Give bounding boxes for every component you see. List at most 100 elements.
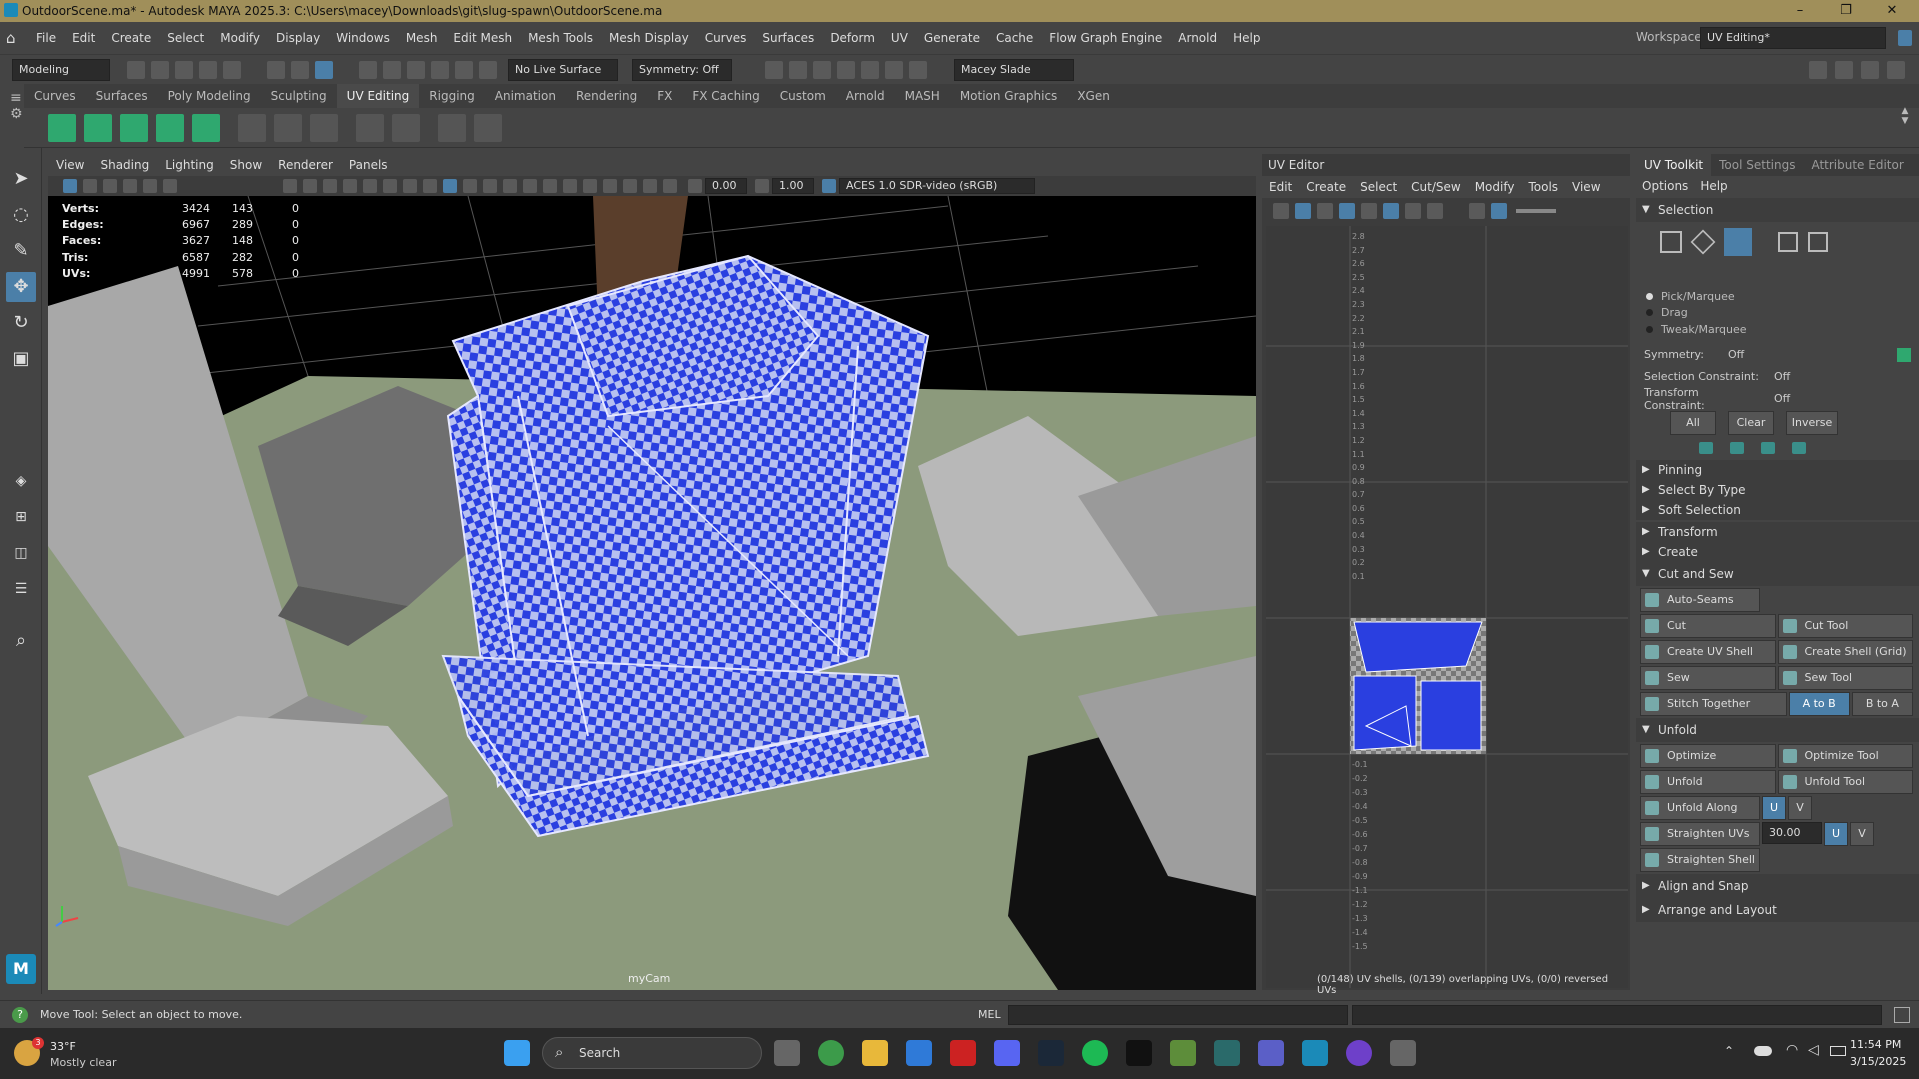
move-tool-icon[interactable]: ✥ [6,272,36,302]
shelf-tab-animation[interactable]: Animation [485,84,566,108]
layout-two-icon[interactable]: ◫ [6,538,36,568]
auto-seams-button[interactable]: Auto-Seams [1640,587,1760,612]
menu-edit-mesh[interactable]: Edit Mesh [445,22,520,54]
menu-flow-graph-engine[interactable]: Flow Graph Engine [1041,22,1170,54]
uv-grid-icon[interactable] [1339,203,1355,219]
taskbar-search[interactable]: ⌕ Search [542,1037,762,1069]
cut-uv-icon[interactable] [238,113,266,142]
mel-command-input[interactable] [1008,1005,1348,1025]
snap-view-icon[interactable] [431,60,449,79]
unfold-along-button[interactable]: Unfold Along [1640,795,1760,820]
tool-settings-icon[interactable] [1887,61,1905,79]
layout-four-icon[interactable]: ⊞ [6,502,36,532]
uv-menu-modify[interactable]: Modify [1468,180,1522,194]
home-icon[interactable]: ⌂ [6,29,28,47]
select-clear-button[interactable]: Clear [1728,410,1774,435]
shelf-tab-surfaces[interactable]: Surfaces [86,84,158,108]
cut-button[interactable]: Cut [1640,613,1776,638]
toolkit-tab-attribute-editor[interactable]: Attribute Editor [1803,154,1911,176]
isolate-icon[interactable] [623,179,637,193]
file-explorer-icon[interactable] [862,1040,888,1066]
redo-icon[interactable] [223,60,241,79]
github-icon[interactable] [1346,1040,1372,1066]
discord-icon[interactable] [994,1040,1020,1066]
menu-file[interactable]: File [28,22,64,54]
shelf-tab-fx[interactable]: FX [647,84,682,108]
b-to-a-button[interactable]: B to A [1851,691,1913,716]
face-mode-icon[interactable] [1724,228,1752,256]
amd-icon[interactable] [950,1040,976,1066]
uv-shaded-icon[interactable] [1405,203,1421,219]
windows-start-icon[interactable] [504,1040,530,1066]
2d-pan-icon[interactable] [143,179,157,193]
grease-pencil-icon[interactable] [163,179,177,193]
viewport-panel[interactable]: View Shading Lighting Show Renderer Panels 0.… [48,154,1256,990]
safe-action-icon[interactable] [383,179,397,193]
symmetry-dropdown[interactable]: Symmetry: Off [632,58,732,81]
a-to-b-button[interactable]: A to B [1788,691,1850,716]
spotify-icon[interactable] [1082,1040,1108,1066]
shelf-tab-rigging[interactable]: Rigging [419,84,484,108]
tray-chevron-icon[interactable]: ⌃ [1724,1044,1734,1058]
film-gate-icon[interactable] [303,179,317,193]
select-inverse-button[interactable]: Inverse [1786,410,1838,435]
uv-mode-icon[interactable] [1778,232,1798,252]
sew-button[interactable]: Sew [1640,665,1776,690]
close-button[interactable]: ✕ [1869,0,1915,22]
uv-exposure-icon[interactable] [1491,203,1507,219]
viewport-menu-panels[interactable]: Panels [341,154,396,176]
ipr-icon[interactable] [813,60,831,79]
straighten-v-button[interactable]: V [1850,821,1874,846]
user-account-dropdown[interactable]: Macey Slade [954,58,1074,81]
select-tool-icon[interactable]: ➤ [6,164,36,194]
camera-attr-icon[interactable] [83,179,97,193]
antialias-icon[interactable] [583,179,597,193]
menu-generate[interactable]: Generate [916,22,988,54]
uv-menu-select[interactable]: Select [1353,180,1404,194]
minimize-button[interactable]: – [1777,0,1823,22]
wifi-icon[interactable]: ◠ [1786,1042,1798,1058]
vertex-mode-icon[interactable] [1660,231,1682,253]
viewport-menu-view[interactable]: View [48,154,92,176]
steam-icon[interactable] [1038,1040,1064,1066]
store-icon[interactable] [906,1040,932,1066]
snap-grid-icon[interactable] [359,60,377,79]
menu-deform[interactable]: Deform [822,22,883,54]
uv-snapshot-icon[interactable] [1427,203,1443,219]
gate-mask-icon[interactable] [343,179,357,193]
optimize-tool-button[interactable]: Optimize Tool [1777,743,1913,768]
ao-icon[interactable] [543,179,557,193]
toolkit-tab-tool-settings[interactable]: Tool Settings [1711,154,1803,176]
save-scene-icon[interactable] [175,60,193,79]
workspace-dropdown[interactable]: UV Editing* [1700,27,1886,49]
snap-live-icon[interactable] [479,60,497,79]
clock-time[interactable]: 11:54 PM [1850,1038,1901,1051]
rotate-tool-icon[interactable]: ↻ [6,308,36,338]
hypershade-icon[interactable] [861,60,879,79]
unfold-icon[interactable] [356,113,384,142]
cut-tool-button[interactable]: Cut Tool [1777,613,1913,638]
live-surface-field[interactable]: No Live Surface [508,58,618,81]
xray-joints-icon[interactable] [663,179,677,193]
uv-select-icon[interactable] [1295,203,1311,219]
spherical-map-icon[interactable] [120,113,148,142]
select-all-button[interactable]: All [1670,410,1716,435]
render-settings-icon[interactable] [837,60,855,79]
select-shell-border-icon[interactable] [1792,441,1806,454]
uv-shell-mode-icon[interactable] [1808,232,1828,252]
transform-constraint-value[interactable]: Off [1774,392,1790,405]
section-arrange-layout[interactable]: ▶ Arrange and Layout [1636,897,1919,922]
shelf-tab-poly-modeling[interactable]: Poly Modeling [158,84,261,108]
radio-tweak-marquee[interactable]: Tweak/Marquee [1646,321,1919,338]
volume-icon[interactable]: ◁ [1808,1042,1819,1058]
menu-mesh-display[interactable]: Mesh Display [601,22,697,54]
symmetry-color-icon[interactable] [1897,347,1911,362]
snap-curve-icon[interactable] [383,60,401,79]
menu-mesh[interactable]: Mesh [398,22,446,54]
paint-select-icon[interactable]: ✎ [6,236,36,266]
dof-icon[interactable] [603,179,617,193]
cylindrical-map-icon[interactable] [84,113,112,142]
uv-image-icon[interactable] [1317,203,1333,219]
straighten-angle-field[interactable]: 30.00 [1762,821,1822,844]
shelf-tab-mash[interactable]: MASH [895,84,950,108]
